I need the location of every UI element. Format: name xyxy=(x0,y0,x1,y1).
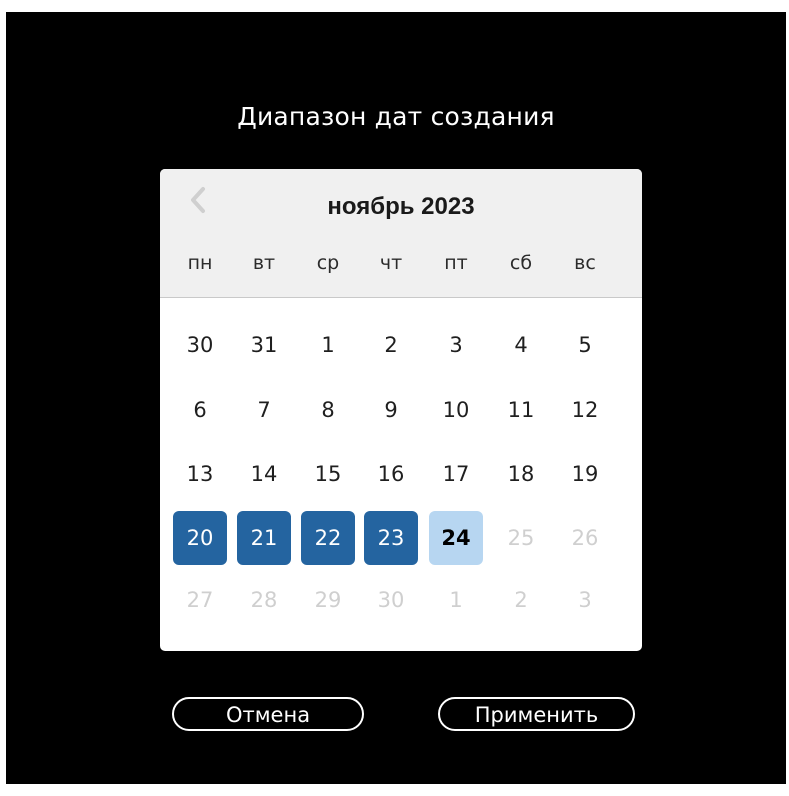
day-cell[interactable]: 16 xyxy=(364,447,418,501)
apply-button[interactable]: Применить xyxy=(438,697,635,731)
day-cell[interactable]: 6 xyxy=(173,383,227,437)
cancel-button[interactable]: Отмена xyxy=(172,697,364,731)
day-cell[interactable]: 22 xyxy=(301,511,355,565)
day-cell[interactable]: 30 xyxy=(173,318,227,372)
day-cell[interactable]: 11 xyxy=(494,383,548,437)
day-cell[interactable]: 8 xyxy=(301,383,355,437)
day-cell[interactable]: 18 xyxy=(494,447,548,501)
weekday-label: вс xyxy=(574,252,596,274)
dialog-title: Диапазон дат создания xyxy=(237,102,555,131)
calendar-header: ноябрь 2023 пн вт ср чт пт сб вс xyxy=(160,169,642,298)
day-cell[interactable]: 23 xyxy=(364,511,418,565)
day-cell[interactable]: 31 xyxy=(237,318,291,372)
weekday-row: пн вт ср чт пт сб вс xyxy=(160,252,642,282)
day-cell: 27 xyxy=(186,588,214,612)
weekday-label: сб xyxy=(509,252,533,274)
day-cell[interactable]: 14 xyxy=(237,447,291,501)
day-cell: 29 xyxy=(314,588,342,612)
day-cell: 2 xyxy=(514,588,528,612)
day-cell[interactable]: 5 xyxy=(558,318,612,372)
day-cell[interactable]: 1 xyxy=(301,318,355,372)
weekday-label: пт xyxy=(444,252,468,274)
weekday-label: чт xyxy=(379,252,403,274)
day-cell: 25 xyxy=(507,526,535,550)
day-cell[interactable]: 10 xyxy=(429,383,483,437)
day-cell[interactable]: 2 xyxy=(364,318,418,372)
day-cell[interactable]: 13 xyxy=(173,447,227,501)
day-cell[interactable]: 19 xyxy=(558,447,612,501)
day-cell[interactable]: 3 xyxy=(429,318,483,372)
weekday-label: ср xyxy=(316,252,340,274)
day-cell: 3 xyxy=(578,588,592,612)
day-cell[interactable]: 7 xyxy=(237,383,291,437)
day-cell[interactable]: 17 xyxy=(429,447,483,501)
dialog: Диапазон дат создания ноябрь 2023 пн вт … xyxy=(6,12,786,784)
calendar: ноябрь 2023 пн вт ср чт пт сб вс 30 31 1 2 3… xyxy=(160,169,642,651)
weekday-label: вт xyxy=(252,252,276,274)
day-cell: 1 xyxy=(449,588,463,612)
day-cell[interactable]: 24 xyxy=(429,511,483,565)
day-cell: 30 xyxy=(377,588,405,612)
day-cell[interactable]: 15 xyxy=(301,447,355,501)
weekday-label: пн xyxy=(187,252,213,274)
day-cell[interactable]: 12 xyxy=(558,383,612,437)
day-cell[interactable]: 9 xyxy=(364,383,418,437)
day-cell[interactable]: 4 xyxy=(494,318,548,372)
day-cell[interactable]: 20 xyxy=(173,511,227,565)
day-cell[interactable]: 21 xyxy=(237,511,291,565)
month-label: ноябрь 2023 xyxy=(327,193,475,220)
day-cell: 26 xyxy=(571,526,599,550)
day-cell: 28 xyxy=(250,588,278,612)
